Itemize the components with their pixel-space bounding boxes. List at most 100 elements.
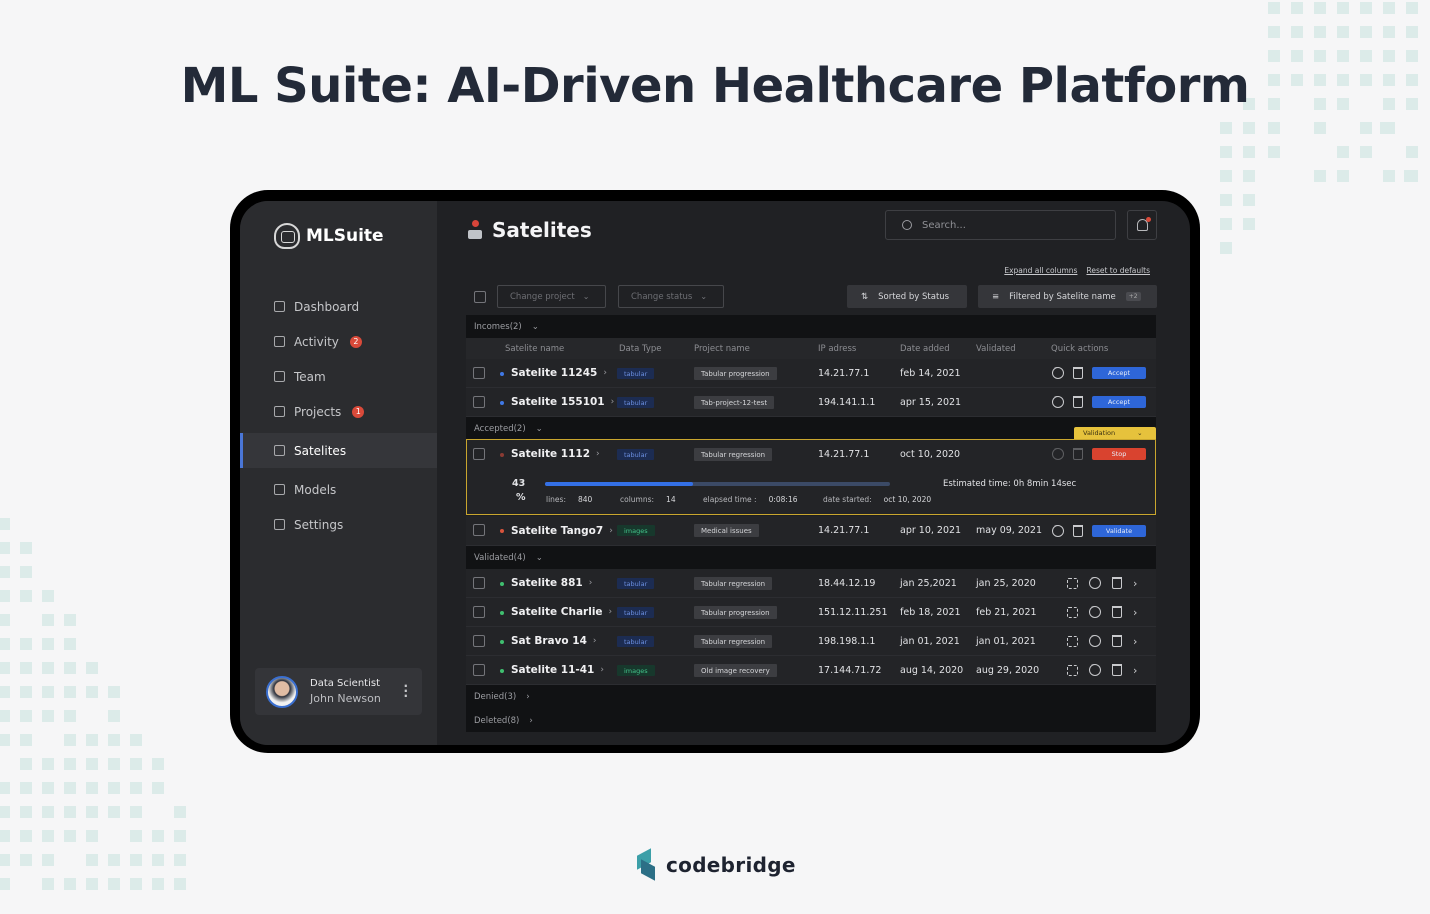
more-options-icon[interactable] [1089, 632, 1101, 647]
accept-button[interactable]: Accept [1092, 396, 1146, 408]
table-row[interactable]: Sat Bravo 14 › tabular Tabular regression 19… [466, 627, 1156, 656]
satelite-name[interactable]: Satelite 11245 › [511, 359, 607, 387]
more-options-icon[interactable] [1089, 574, 1101, 589]
table-row[interactable]: Satelite Charlie › tabular Tabular progress… [466, 598, 1156, 627]
sidebar-item-satelites[interactable]: Satelites [240, 433, 437, 468]
active-validation-row[interactable]: Satelite 1112 › tabular Tabular regressio… [466, 439, 1156, 515]
row-checkbox[interactable] [473, 664, 485, 676]
accept-button[interactable]: Accept [1092, 367, 1146, 379]
sidebar-item-team[interactable]: Team [240, 359, 437, 394]
sidebar-item-projects[interactable]: Projects 1 [240, 394, 437, 429]
trash-icon[interactable] [1112, 664, 1122, 676]
row-checkbox[interactable] [473, 577, 485, 589]
column-header[interactable]: Date added [900, 338, 950, 359]
decor-square [1220, 122, 1232, 134]
sidebar-item-activity[interactable]: Activity 2 [240, 324, 437, 359]
filter-button[interactable]: ≡ Filtered by Satelite name +2 [978, 285, 1157, 308]
stop-button[interactable]: Stop [1092, 448, 1146, 460]
decor-square [1406, 26, 1418, 38]
satelite-name[interactable]: Satelite 881 › [511, 569, 592, 597]
satelite-name[interactable]: Satelite 11-41 › [511, 656, 604, 684]
more-options-icon[interactable] [1052, 393, 1064, 408]
table-row[interactable]: Satelite 155101 › tabular Tab-project-12-… [466, 388, 1156, 417]
decor-square [1406, 170, 1418, 182]
decor-square [1291, 26, 1303, 38]
grid-view-icon[interactable] [1067, 664, 1078, 676]
group-header-accepted[interactable]: Accepted(2) ⌄ [466, 417, 1156, 440]
sidebar-item-models[interactable]: Models [240, 472, 437, 507]
chevron-right-icon[interactable]: › [1133, 664, 1137, 677]
trash-icon[interactable] [1073, 396, 1083, 408]
validate-button[interactable]: Validate [1092, 524, 1146, 537]
expand-columns-link[interactable]: Expand all columns [1004, 266, 1077, 275]
group-header-deleted[interactable]: Deleted(8) › [466, 709, 1156, 732]
quick-actions: Validate [1052, 516, 1146, 545]
change-status-dropdown[interactable]: Change status ⌄ [618, 285, 724, 308]
user-card[interactable]: Data Scientist John Newson · · · [255, 668, 422, 715]
filter-label: Filtered by Satelite name [1009, 291, 1116, 302]
more-options-icon[interactable] [1089, 661, 1101, 676]
quick-actions: › [1067, 656, 1137, 684]
reset-defaults-link[interactable]: Reset to defaults [1086, 266, 1150, 275]
sidebar-item-label: Models [294, 482, 337, 497]
table-row[interactable]: Satelite 1112 › tabular Tabular regressio… [466, 440, 1155, 468]
row-checkbox[interactable] [473, 635, 485, 647]
grid-view-icon[interactable] [1067, 606, 1078, 618]
grid-view-icon[interactable] [1067, 635, 1078, 647]
table-row[interactable]: Satelite 11245 › tabular Tabular progress… [466, 359, 1156, 388]
more-options-icon[interactable] [1052, 445, 1064, 460]
column-header[interactable]: Quick actions [1051, 338, 1108, 359]
more-options-icon[interactable] [1052, 364, 1064, 379]
search-input[interactable]: Search... [885, 210, 1116, 240]
sidebar-item-settings[interactable]: Settings [240, 507, 437, 542]
row-checkbox[interactable] [473, 448, 485, 460]
column-header[interactable]: Validated [976, 338, 1016, 359]
grid-view-icon[interactable] [1067, 577, 1078, 589]
group-header-incomes[interactable]: Incomes(2) ⌄ [466, 315, 1156, 338]
row-checkbox[interactable] [473, 367, 485, 379]
satelite-name[interactable]: Satelite Charlie › [511, 598, 612, 626]
column-header[interactable]: IP adress [818, 338, 856, 359]
notifications-button[interactable] [1127, 210, 1157, 240]
trash-icon[interactable] [1073, 448, 1083, 460]
sidebar-item-dashboard[interactable]: Dashboard [240, 289, 437, 324]
trash-icon[interactable] [1112, 577, 1122, 589]
chevron-right-icon[interactable]: › [1133, 635, 1137, 648]
more-vertical-icon[interactable]: · · · [403, 680, 408, 702]
sort-button[interactable]: ⇅ Sorted by Status [847, 285, 967, 308]
row-checkbox[interactable] [473, 396, 485, 408]
table-row[interactable]: Satelite 881 › tabular Tabular regression 18… [466, 569, 1156, 598]
decor-square [1220, 170, 1232, 182]
select-all-checkbox[interactable] [474, 291, 486, 303]
group-header-validated[interactable]: Validated(4) ⌄ [466, 546, 1156, 569]
chevron-right-icon[interactable]: › [1133, 577, 1137, 590]
satelite-name[interactable]: Sat Bravo 14 › [511, 627, 597, 655]
decor-square [42, 758, 54, 770]
progress-unit: % [516, 492, 526, 503]
satelite-name[interactable]: Satelite 1112 › [511, 440, 600, 468]
column-header[interactable]: Project name [694, 338, 750, 359]
brand[interactable]: MLSuite [274, 223, 384, 249]
row-checkbox[interactable] [473, 606, 485, 618]
more-options-icon[interactable] [1052, 522, 1064, 537]
data-type-tag: tabular [617, 397, 655, 408]
column-header[interactable]: Data Type [619, 338, 662, 359]
decor-square [20, 734, 32, 746]
row-checkbox[interactable] [473, 524, 485, 536]
decor-square [0, 614, 10, 626]
trash-icon[interactable] [1073, 367, 1083, 379]
satelite-name[interactable]: Satelite 155101 › [511, 388, 614, 416]
satelite-name[interactable]: Satelite Tango7 › [511, 516, 613, 545]
more-options-icon[interactable] [1089, 603, 1101, 618]
chevron-right-icon[interactable]: › [1133, 606, 1137, 619]
table-row[interactable]: Satelite Tango7 › images Medical issues 1… [466, 516, 1156, 546]
decor-square [130, 878, 142, 890]
group-header-denied[interactable]: Denied(3) › [466, 685, 1156, 709]
trash-icon[interactable] [1112, 606, 1122, 618]
trash-icon[interactable] [1112, 635, 1122, 647]
table-row[interactable]: Satelite 11-41 › images Old image recovery 1… [466, 656, 1156, 685]
change-project-dropdown[interactable]: Change project ⌄ [497, 285, 606, 308]
column-header[interactable]: Satelite name [505, 338, 564, 359]
trash-icon[interactable] [1073, 524, 1083, 537]
validation-badge[interactable]: Validation ⌄ [1074, 427, 1156, 439]
